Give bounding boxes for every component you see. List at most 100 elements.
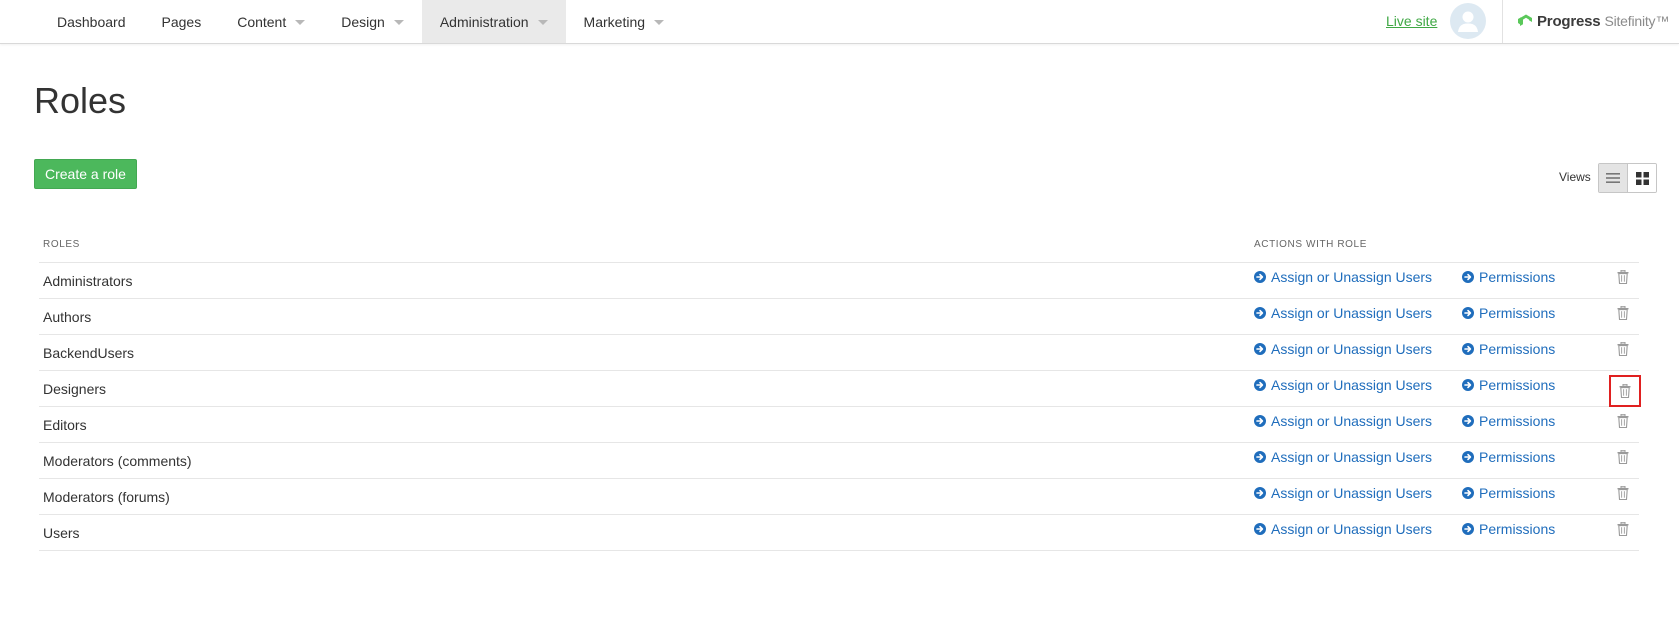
nav-item-administration[interactable]: Administration xyxy=(421,0,566,43)
assign-users-link[interactable]: Assign or Unassign Users xyxy=(1254,269,1432,285)
permissions-link[interactable]: Permissions xyxy=(1462,485,1555,501)
grid-view-button[interactable] xyxy=(1628,164,1656,192)
nav-item-label: Administration xyxy=(439,13,529,30)
list-view-button[interactable] xyxy=(1599,164,1628,192)
table-row-administrators: Administrators Assign or Unassign Users … xyxy=(39,263,1639,299)
delete-role-button[interactable] xyxy=(1614,484,1632,502)
circle-arrow-right-icon xyxy=(1254,487,1266,499)
circle-arrow-right-icon xyxy=(1254,415,1266,427)
nav-item-label: Content xyxy=(237,13,287,30)
circle-arrow-right-icon xyxy=(1254,307,1266,319)
permissions-link[interactable]: Permissions xyxy=(1462,377,1555,393)
assign-users-link[interactable]: Assign or Unassign Users xyxy=(1254,449,1432,465)
progress-logo-icon xyxy=(1518,12,1534,31)
views-label: Views xyxy=(1559,170,1591,184)
assign-users-label: Assign or Unassign Users xyxy=(1271,377,1433,393)
permissions-link[interactable]: Permissions xyxy=(1462,341,1555,357)
permissions-link[interactable]: Permissions xyxy=(1462,305,1555,321)
trash-icon xyxy=(1617,450,1629,464)
delete-role-button[interactable] xyxy=(1614,520,1632,538)
permissions-label: Permissions xyxy=(1479,341,1556,357)
nav-item-content[interactable]: Content xyxy=(219,0,323,43)
trash-icon xyxy=(1617,306,1629,320)
assign-users-label: Assign or Unassign Users xyxy=(1271,413,1433,429)
assign-users-link[interactable]: Assign or Unassign Users xyxy=(1254,377,1432,393)
circle-arrow-right-icon xyxy=(1462,271,1474,283)
role-name: Moderators (comments) xyxy=(43,453,192,469)
brand-name: Progress xyxy=(1537,12,1601,30)
chevron-down-icon xyxy=(295,20,306,25)
live-site-link[interactable]: Live site xyxy=(1386,13,1437,29)
circle-arrow-right-icon xyxy=(1462,451,1474,463)
assign-users-label: Assign or Unassign Users xyxy=(1271,485,1433,501)
permissions-link[interactable]: Permissions xyxy=(1462,521,1555,537)
circle-arrow-right-icon xyxy=(1254,523,1266,535)
permissions-link[interactable]: Permissions xyxy=(1462,449,1555,465)
table-row-users: Users Assign or Unassign Users Permissio… xyxy=(39,515,1639,551)
nav-item-design[interactable]: Design xyxy=(323,0,422,43)
table-row-moderators-forums: Moderators (forums) Assign or Unassign U… xyxy=(39,479,1639,515)
circle-arrow-right-icon xyxy=(1462,487,1474,499)
circle-arrow-right-icon xyxy=(1462,307,1474,319)
circle-arrow-right-icon xyxy=(1462,379,1474,391)
delete-role-button[interactable] xyxy=(1609,375,1641,407)
circle-arrow-right-icon xyxy=(1254,451,1266,463)
table-row-moderators-comments: Moderators (comments) Assign or Unassign… xyxy=(39,443,1639,479)
trash-icon xyxy=(1617,270,1629,284)
role-name: Moderators (forums) xyxy=(43,489,170,505)
brand-logo: Progress Sitefinity™ xyxy=(1518,10,1669,32)
user-avatar-icon[interactable] xyxy=(1450,3,1486,39)
assign-users-label: Assign or Unassign Users xyxy=(1271,341,1433,357)
chevron-down-icon xyxy=(393,20,404,25)
assign-users-label: Assign or Unassign Users xyxy=(1271,521,1433,537)
circle-arrow-right-icon xyxy=(1254,271,1266,283)
permissions-label: Permissions xyxy=(1479,377,1556,393)
assign-users-label: Assign or Unassign Users xyxy=(1271,449,1433,465)
assign-users-link[interactable]: Assign or Unassign Users xyxy=(1254,521,1432,537)
circle-arrow-right-icon xyxy=(1254,379,1266,391)
table-row-designers: Designers Assign or Unassign Users Permi… xyxy=(39,371,1641,407)
circle-arrow-right-icon xyxy=(1254,343,1266,355)
nav-item-label: Pages xyxy=(161,13,202,30)
column-header-roles: ROLES xyxy=(43,239,80,250)
nav-item-dashboard[interactable]: Dashboard xyxy=(39,0,144,43)
assign-users-label: Assign or Unassign Users xyxy=(1271,305,1433,321)
main-nav: Dashboard Pages Content Design Administr… xyxy=(39,0,682,43)
roles-table: Administrators Assign or Unassign Users … xyxy=(39,262,1641,551)
role-name: BackendUsers xyxy=(43,345,135,361)
role-name: Editors xyxy=(43,417,87,433)
column-header-actions: ACTIONS WITH ROLE xyxy=(1254,239,1367,250)
chevron-down-icon xyxy=(654,20,665,25)
assign-users-link[interactable]: Assign or Unassign Users xyxy=(1254,413,1432,429)
circle-arrow-right-icon xyxy=(1462,343,1474,355)
nav-item-pages[interactable]: Pages xyxy=(144,0,220,43)
permissions-label: Permissions xyxy=(1479,413,1556,429)
role-name: Authors xyxy=(43,309,92,325)
delete-role-button[interactable] xyxy=(1614,448,1632,466)
assign-users-link[interactable]: Assign or Unassign Users xyxy=(1254,341,1432,357)
permissions-label: Permissions xyxy=(1479,305,1556,321)
page-title: Roles xyxy=(34,80,127,121)
grid-view-icon xyxy=(1635,171,1649,185)
delete-role-button[interactable] xyxy=(1614,268,1632,286)
assign-users-link[interactable]: Assign or Unassign Users xyxy=(1254,485,1432,501)
trash-icon xyxy=(1617,342,1629,356)
role-name: Designers xyxy=(43,381,107,397)
table-row-authors: Authors Assign or Unassign Users Permiss… xyxy=(39,299,1639,335)
assign-users-link[interactable]: Assign or Unassign Users xyxy=(1254,305,1432,321)
role-name: Users xyxy=(43,525,80,541)
permissions-link[interactable]: Permissions xyxy=(1462,269,1555,285)
create-role-button[interactable]: Create a role xyxy=(34,159,137,189)
view-toggle xyxy=(1598,163,1657,193)
list-view-icon xyxy=(1606,173,1620,183)
permissions-link[interactable]: Permissions xyxy=(1462,413,1555,429)
trash-icon xyxy=(1617,486,1629,500)
assign-users-label: Assign or Unassign Users xyxy=(1271,269,1433,285)
delete-role-button[interactable] xyxy=(1614,412,1632,430)
delete-role-button[interactable] xyxy=(1614,304,1632,322)
permissions-label: Permissions xyxy=(1479,521,1556,537)
permissions-label: Permissions xyxy=(1479,485,1556,501)
permissions-label: Permissions xyxy=(1479,449,1556,465)
delete-role-button[interactable] xyxy=(1614,340,1632,358)
nav-item-marketing[interactable]: Marketing xyxy=(566,0,682,43)
